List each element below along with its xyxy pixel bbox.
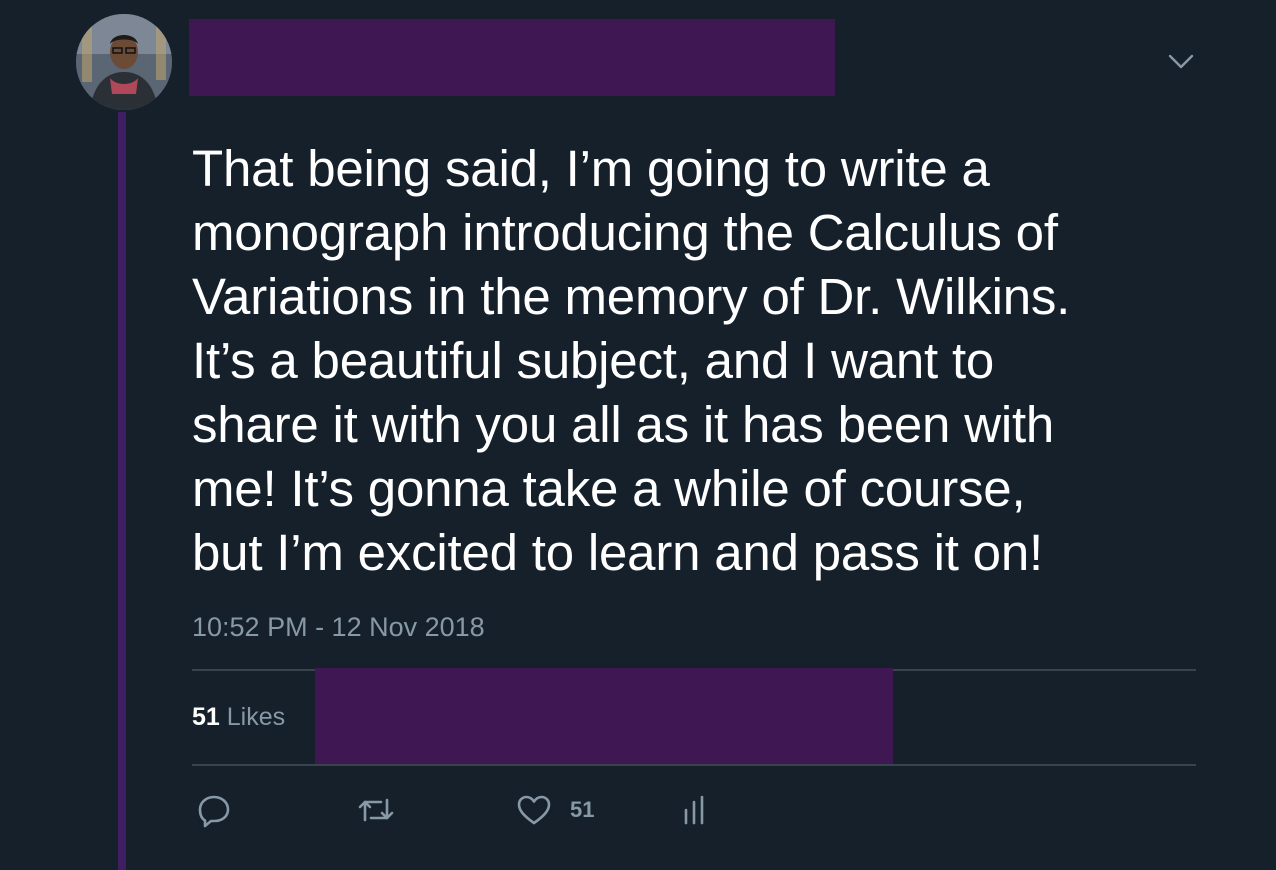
avatar[interactable]: [76, 14, 172, 110]
like-count: 51: [570, 797, 595, 822]
reply-button[interactable]: [196, 792, 232, 828]
likes-label: Likes: [219, 703, 286, 731]
reply-icon: [196, 792, 232, 828]
divider-bottom: [192, 764, 1196, 766]
heart-icon: [516, 792, 552, 828]
redacted-display-name: [189, 19, 835, 96]
tweet-timestamp[interactable]: 10:52 PM - 12 Nov 2018: [192, 609, 485, 645]
likes-count: 51: [192, 703, 220, 731]
thread-line: [118, 112, 126, 870]
chevron-down-icon[interactable]: [1166, 46, 1196, 76]
retweet-icon: [357, 792, 395, 828]
retweet-button[interactable]: [357, 792, 395, 828]
analytics-button[interactable]: [682, 792, 708, 828]
like-button[interactable]: 51: [516, 792, 594, 828]
likes-summary[interactable]: 51 Likes: [192, 700, 285, 734]
analytics-icon: [682, 792, 708, 828]
redacted-likers: [315, 668, 893, 764]
tweet-text: That being said, I’m going to write a mo…: [192, 140, 1071, 581]
